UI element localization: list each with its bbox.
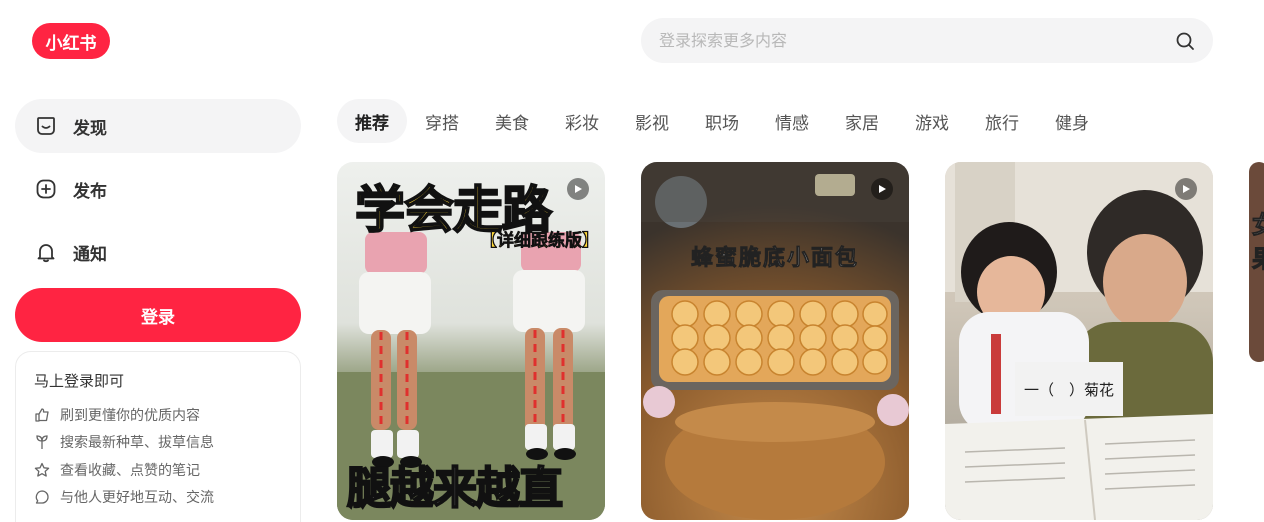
card-subtitle: 【详细跟练版】 <box>480 231 600 252</box>
tab-home[interactable]: 家居 <box>827 99 897 143</box>
feed-card[interactable]: 蜂蜜脆底小面包 <box>641 162 909 520</box>
search-icon[interactable] <box>1173 29 1197 53</box>
feed-card-partial[interactable]: 女 果 <box>1249 162 1264 362</box>
sidebar-item-label: 发布 <box>73 181 107 202</box>
discover-icon <box>35 115 57 137</box>
card-title-bottom: 腿越来越直 <box>346 462 564 515</box>
tutoring-image <box>945 162 1213 520</box>
tab-recommend[interactable]: 推荐 <box>337 99 407 143</box>
search-bar[interactable] <box>641 18 1213 63</box>
promo-item: 查看收藏、点赞的笔记 <box>34 456 282 484</box>
star-icon <box>34 462 50 478</box>
tab-travel[interactable]: 旅行 <box>967 99 1037 143</box>
tab-fitness[interactable]: 健身 <box>1037 99 1107 143</box>
promo-title: 马上登录即可 <box>34 372 125 390</box>
promo-item: 刷到更懂你的优质内容 <box>34 401 282 429</box>
promo-item-label: 搜索最新种草、拔草信息 <box>60 435 214 452</box>
tab-games[interactable]: 游戏 <box>897 99 967 143</box>
sidebar-item-publish[interactable]: 发布 <box>15 162 301 216</box>
promo-item-label: 查看收藏、点赞的笔记 <box>60 462 200 479</box>
promo-item: 搜索最新种草、拔草信息 <box>34 429 282 457</box>
tab-makeup[interactable]: 彩妆 <box>547 99 617 143</box>
chat-bubble-icon <box>34 489 50 505</box>
thumbs-up-icon <box>34 407 50 423</box>
bell-icon <box>35 241 57 263</box>
feed-card[interactable]: 一（ ）菊花 <box>945 162 1213 520</box>
xiaohongshu-logo[interactable]: 小红书 <box>32 23 110 59</box>
video-play-icon <box>871 178 893 200</box>
tab-film[interactable]: 影视 <box>617 99 687 143</box>
login-promo-card: 马上登录即可 刷到更懂你的优质内容 搜索最新种草、拔草信息 查看收藏、点赞的笔记… <box>15 351 301 522</box>
card-title-top: 蜂蜜脆底小面包 <box>690 246 859 272</box>
sidebar-item-label: 发现 <box>73 118 107 139</box>
login-button[interactable]: 登录 <box>15 288 301 342</box>
promo-item-label: 与他人更好地互动、交流 <box>60 490 214 507</box>
sprout-icon <box>34 434 50 450</box>
tab-workplace[interactable]: 职场 <box>687 99 757 143</box>
video-play-icon <box>567 178 589 200</box>
plus-square-icon <box>35 178 57 200</box>
tab-emotion[interactable]: 情感 <box>757 99 827 143</box>
promo-item: 与他人更好地互动、交流 <box>34 484 282 512</box>
sidebar-item-label: 通知 <box>73 244 107 265</box>
sidebar: 发现 发布 通知 登录 马上登录即可 刷到更懂你的优质内容 搜索最新种草、拔草信… <box>15 99 301 522</box>
card-title-partial: 女 果 <box>1252 208 1264 276</box>
tab-food[interactable]: 美食 <box>477 99 547 143</box>
sidebar-item-discover[interactable]: 发现 <box>15 99 301 153</box>
video-play-icon <box>1175 178 1197 200</box>
promo-item-label: 刷到更懂你的优质内容 <box>60 407 200 424</box>
card-overlay-label: 一（ ）菊花 <box>1015 362 1123 416</box>
search-input[interactable] <box>659 31 1173 50</box>
sidebar-item-notifications[interactable]: 通知 <box>15 225 301 279</box>
bread-image <box>641 162 909 520</box>
feed-card[interactable]: 学会走路 【详细跟练版】 腿越来越直 <box>337 162 605 520</box>
tab-outfit[interactable]: 穿搭 <box>407 99 477 143</box>
channel-tabs: 推荐 穿搭 美食 彩妆 影视 职场 情感 家居 游戏 旅行 健身 <box>337 99 1107 143</box>
